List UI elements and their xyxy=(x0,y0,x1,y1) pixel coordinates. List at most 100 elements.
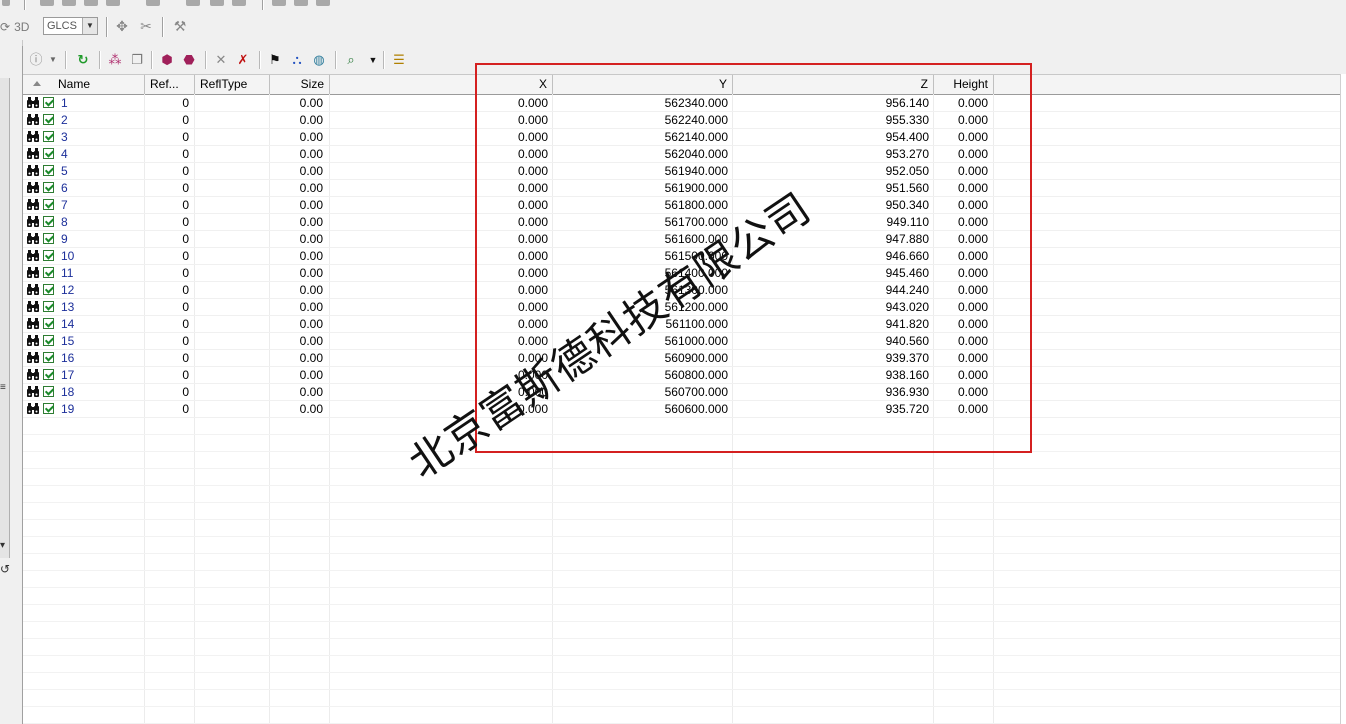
cell-name[interactable]: 14 xyxy=(61,316,141,333)
visibility-checkbox[interactable] xyxy=(43,267,54,278)
visibility-checkbox[interactable] xyxy=(43,369,54,380)
tool-icon[interactable] xyxy=(232,0,246,6)
tool-icon[interactable] xyxy=(210,0,224,6)
binoculars-icon[interactable] xyxy=(26,386,40,398)
cell-name[interactable]: 10 xyxy=(61,248,141,265)
binoculars-icon[interactable] xyxy=(26,148,40,160)
tool-icon[interactable] xyxy=(186,0,200,6)
visibility-checkbox[interactable] xyxy=(43,352,54,363)
visibility-checkbox[interactable] xyxy=(43,403,54,414)
cell-name[interactable]: 1 xyxy=(61,95,141,112)
zoom-to-point-icon[interactable]: ⌕ xyxy=(343,52,359,68)
binoculars-icon[interactable] xyxy=(26,216,40,228)
left-dock-scrollbar[interactable] xyxy=(0,78,10,558)
cell-name[interactable]: 19 xyxy=(61,401,141,418)
tool-icon[interactable] xyxy=(106,0,120,6)
visibility-checkbox[interactable] xyxy=(43,335,54,346)
column-header-x[interactable]: X xyxy=(330,75,553,94)
binoculars-icon[interactable] xyxy=(26,165,40,177)
table-row[interactable]: 12 0 0.00 0.000 561300.000 944.240 0.000 xyxy=(23,282,1343,299)
binoculars-icon[interactable] xyxy=(26,267,40,279)
visibility-checkbox[interactable] xyxy=(43,250,54,261)
table-row[interactable]: 4 0 0.00 0.000 562040.000 953.270 0.000 xyxy=(23,146,1343,163)
cell-name[interactable]: 8 xyxy=(61,214,141,231)
coordinate-system-select[interactable]: GLCS ▼ xyxy=(43,17,98,35)
transform-icon[interactable]: ✥ xyxy=(114,18,130,34)
cell-name[interactable]: 4 xyxy=(61,146,141,163)
visibility-checkbox[interactable] xyxy=(43,148,54,159)
column-header-height[interactable]: Height xyxy=(934,75,994,94)
network-icon[interactable]: ⛬ xyxy=(289,52,305,68)
binoculars-icon[interactable] xyxy=(26,233,40,245)
binoculars-icon[interactable] xyxy=(26,369,40,381)
tool-icon[interactable] xyxy=(2,0,10,6)
chevron-down-icon[interactable]: ▼ xyxy=(45,52,61,68)
cell-name[interactable]: 6 xyxy=(61,180,141,197)
visibility-checkbox[interactable] xyxy=(43,131,54,142)
table-row[interactable]: 7 0 0.00 0.000 561800.000 950.340 0.000 xyxy=(23,197,1343,214)
table-row[interactable]: 16 0 0.00 0.000 560900.000 939.370 0.000 xyxy=(23,350,1343,367)
tool-icon[interactable] xyxy=(146,0,160,6)
copy-points-icon[interactable]: ❐ xyxy=(129,52,145,68)
table-row[interactable]: 19 0 0.00 0.000 560600.000 935.720 0.000 xyxy=(23,401,1343,418)
binoculars-icon[interactable] xyxy=(26,114,40,126)
cell-name[interactable]: 17 xyxy=(61,367,141,384)
select-points-icon[interactable]: ⁂ xyxy=(107,52,123,68)
binoculars-icon[interactable] xyxy=(26,199,40,211)
dock-arrow-icon[interactable]: ▾ xyxy=(0,540,5,551)
table-row[interactable]: 14 0 0.00 0.000 561100.000 941.820 0.000 xyxy=(23,316,1343,333)
binoculars-icon[interactable] xyxy=(26,403,40,415)
column-header-refltype[interactable]: ReflType xyxy=(195,75,270,94)
table-row[interactable]: 18 0 0.00 0.000 560700.000 936.930 0.000 xyxy=(23,384,1343,401)
table-row[interactable]: 13 0 0.00 0.000 561200.000 943.020 0.000 xyxy=(23,299,1343,316)
delete-all-icon[interactable]: ✗ xyxy=(235,52,251,68)
import-points-icon[interactable]: ⬢ xyxy=(159,52,175,68)
column-settings-icon[interactable]: ☰ xyxy=(391,52,407,68)
cell-name[interactable]: 2 xyxy=(61,112,141,129)
tool-icon[interactable] xyxy=(272,0,286,6)
binoculars-icon[interactable] xyxy=(26,284,40,296)
visibility-checkbox[interactable] xyxy=(43,301,54,312)
column-header-name[interactable]: Name xyxy=(23,75,145,94)
table-row[interactable]: 9 0 0.00 0.000 561600.000 947.880 0.000 xyxy=(23,231,1343,248)
column-header-size[interactable]: Size xyxy=(270,75,330,94)
visibility-checkbox[interactable] xyxy=(43,182,54,193)
binoculars-icon[interactable] xyxy=(26,250,40,262)
table-row[interactable]: 17 0 0.00 0.000 560800.000 938.160 0.000 xyxy=(23,367,1343,384)
table-row[interactable]: 3 0 0.00 0.000 562140.000 954.400 0.000 xyxy=(23,129,1343,146)
cell-name[interactable]: 9 xyxy=(61,231,141,248)
cell-name[interactable]: 7 xyxy=(61,197,141,214)
cell-name[interactable]: 18 xyxy=(61,384,141,401)
table-row[interactable]: 8 0 0.00 0.000 561700.000 949.110 0.000 xyxy=(23,214,1343,231)
chevron-down-icon[interactable]: ▼ xyxy=(82,18,97,34)
binoculars-icon[interactable] xyxy=(26,335,40,347)
visibility-checkbox[interactable] xyxy=(43,199,54,210)
table-row[interactable]: 1 0 0.00 0.000 562340.000 956.140 0.000 xyxy=(23,95,1343,112)
column-header-z[interactable]: Z xyxy=(733,75,934,94)
visibility-checkbox[interactable] xyxy=(43,284,54,295)
binoculars-icon[interactable] xyxy=(26,352,40,364)
binoculars-icon[interactable] xyxy=(26,97,40,109)
visibility-checkbox[interactable] xyxy=(43,233,54,244)
tool-icon[interactable] xyxy=(62,0,76,6)
view-3d-label[interactable]: ⟳ 3D xyxy=(0,20,29,34)
binoculars-icon[interactable] xyxy=(26,318,40,330)
scissors-icon[interactable]: ✂ xyxy=(138,18,154,34)
table-row[interactable]: 15 0 0.00 0.000 561000.000 940.560 0.000 xyxy=(23,333,1343,350)
table-row[interactable]: 11 0 0.00 0.000 561400.000 945.460 0.000 xyxy=(23,265,1343,282)
binoculars-icon[interactable] xyxy=(26,182,40,194)
cell-name[interactable]: 16 xyxy=(61,350,141,367)
cell-name[interactable]: 5 xyxy=(61,163,141,180)
tools-icon[interactable]: ⚒ xyxy=(172,18,188,34)
tool-icon[interactable] xyxy=(294,0,308,6)
flag-icon[interactable]: ⚑ xyxy=(267,52,283,68)
column-header-y[interactable]: Y xyxy=(553,75,733,94)
table-row[interactable]: 6 0 0.00 0.000 561900.000 951.560 0.000 xyxy=(23,180,1343,197)
dock-grip-icon[interactable]: ≡ xyxy=(0,382,6,393)
tool-icon[interactable] xyxy=(84,0,98,6)
visibility-checkbox[interactable] xyxy=(43,386,54,397)
cell-name[interactable]: 3 xyxy=(61,129,141,146)
table-row[interactable]: 2 0 0.00 0.000 562240.000 955.330 0.000 xyxy=(23,112,1343,129)
chevron-down-icon[interactable]: ▼ xyxy=(365,52,381,68)
cell-name[interactable]: 11 xyxy=(61,265,141,282)
